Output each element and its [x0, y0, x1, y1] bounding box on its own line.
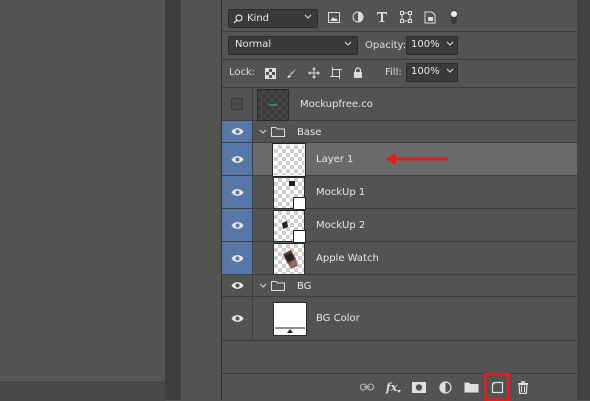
divider [222, 31, 578, 32]
fill-input[interactable]: 100% [406, 63, 458, 82]
blend-mode-dropdown[interactable]: Normal [228, 36, 358, 55]
layers-bottom-toolbar: fx [222, 373, 578, 401]
chevron-down-icon [344, 41, 352, 46]
layer-row-selected[interactable]: Layer 1 [222, 143, 578, 177]
layer-name: Apple Watch [316, 253, 379, 264]
visibility-toggle[interactable] [222, 143, 253, 175]
opacity-label: Opacity: [365, 40, 407, 51]
chevron-down-icon [304, 14, 312, 19]
folder-icon[interactable] [463, 378, 479, 396]
fill-label: Fill: [385, 67, 402, 78]
layer-name: MockUp 2 [316, 220, 366, 231]
blend-row: Normal Opacity: 100% [222, 34, 578, 58]
fill-layer-thumbnail [273, 302, 307, 336]
lock-transparent-pixels-icon[interactable] [262, 65, 278, 81]
watch-thumbnail [283, 250, 298, 269]
visibility-toggle[interactable] [222, 176, 253, 208]
chevron-down-icon[interactable] [258, 281, 268, 291]
layer-row[interactable]: Apple Watch [222, 242, 578, 275]
lock-artboard-icon[interactable] [328, 65, 344, 81]
blend-mode-label: Normal [235, 39, 272, 50]
layer-filter-row: Kind [222, 6, 578, 30]
fill-layer-slider-icon [275, 327, 305, 333]
link-icon[interactable] [359, 378, 375, 396]
lock-row: Lock: Fill: 100% [222, 62, 578, 86]
kind-filter-dropdown[interactable]: Kind [228, 9, 318, 28]
eye-icon [231, 128, 243, 135]
group-name: BG [297, 281, 312, 292]
chevron-down-icon[interactable] [445, 66, 455, 76]
canvas-area [0, 0, 165, 401]
filter-smart-object-icon[interactable] [422, 9, 438, 25]
lock-position-move-icon[interactable] [306, 65, 322, 81]
filter-type-icon[interactable] [374, 9, 390, 25]
layer-row[interactable]: MockUp 1 [222, 176, 578, 210]
layer-row[interactable]: MockUp 2 [222, 209, 578, 243]
layer-row[interactable]: Mockupfree.co [222, 88, 578, 121]
group-name: Base [297, 127, 322, 138]
layer-row[interactable]: BG Color [222, 297, 578, 341]
chevron-down-icon[interactable] [258, 127, 268, 137]
eye-icon [231, 254, 243, 262]
panel-gutter [165, 0, 181, 400]
layer-name: BG Color [316, 313, 360, 324]
search-icon [233, 13, 243, 23]
canvas-status-bar [0, 382, 165, 401]
visibility-toggle[interactable] [222, 88, 253, 120]
new-layer-icon[interactable] [484, 373, 510, 401]
layers-panel: Kind Normal Opacity: 100% Lock: Fill: 10… [221, 0, 578, 401]
annotation-arrow [385, 153, 448, 165]
eye-icon [231, 315, 243, 322]
visibility-toggle[interactable] [222, 242, 253, 274]
visibility-toggle[interactable] [222, 209, 253, 241]
layer-thumbnail [273, 243, 305, 275]
text-thumbnail-mark [269, 104, 277, 106]
opacity-input[interactable]: 100% [406, 36, 458, 55]
divider [222, 59, 578, 60]
eye-icon [231, 282, 243, 289]
filter-pixel-icon[interactable] [326, 9, 342, 25]
layer-thumbnail [272, 143, 306, 177]
folder-icon [271, 281, 285, 291]
eye-icon [231, 221, 243, 229]
layer-thumbnail [273, 210, 306, 243]
lock-all-icon[interactable] [350, 65, 366, 81]
chevron-down-icon[interactable] [445, 39, 455, 49]
layer-thumbnail [273, 177, 306, 210]
folder-icon [271, 127, 285, 137]
layer-name: MockUp 1 [316, 187, 366, 198]
eye-icon [231, 188, 243, 196]
mask-icon[interactable] [411, 378, 427, 396]
kind-filter-label: Kind [247, 13, 270, 24]
svg-text:fx: fx [385, 381, 398, 394]
panel-dock-strip [181, 0, 221, 400]
layer-thumbnail [257, 89, 289, 121]
fill-value: 100% [411, 66, 440, 77]
visibility-toggle[interactable] [222, 297, 253, 340]
layer-name: Layer 1 [316, 154, 354, 165]
filter-toggle-icon[interactable] [446, 9, 462, 25]
layers-list: Mockupfree.co Base Layer 1 MockUp 1 Mock… [222, 88, 578, 373]
filter-shape-icon[interactable] [398, 9, 414, 25]
lock-label: Lock: [229, 67, 256, 78]
trash-icon[interactable] [515, 378, 531, 396]
opacity-value: 100% [411, 39, 440, 50]
fx-icon[interactable]: fx [385, 378, 401, 396]
panel-scrollbar[interactable] [577, 0, 590, 400]
eye-icon [231, 155, 243, 163]
adjustment-icon[interactable] [437, 378, 453, 396]
group-row[interactable]: Base [222, 121, 578, 143]
visibility-toggle[interactable] [222, 121, 253, 142]
visibility-off-box [231, 98, 243, 110]
filter-adjustment-icon[interactable] [350, 9, 366, 25]
lock-image-pixels-brush-icon[interactable] [284, 65, 300, 81]
group-row[interactable]: BG [222, 275, 578, 297]
visibility-toggle[interactable] [222, 275, 253, 296]
layer-name: Mockupfree.co [300, 99, 373, 110]
